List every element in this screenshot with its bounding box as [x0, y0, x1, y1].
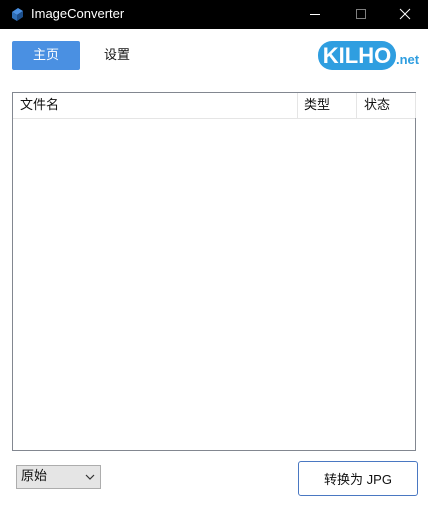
title-bar[interactable]: ImageConverter: [0, 0, 428, 29]
quality-select[interactable]: 原始: [16, 465, 101, 489]
logo-text: KILHO: [323, 43, 391, 68]
tab-settings[interactable]: 设置: [92, 41, 142, 70]
maximize-icon: [356, 9, 366, 19]
app-window: ImageConverter 主页 设置 KILHO .net 文件名 类型 状…: [0, 0, 428, 511]
column-header-filename[interactable]: 文件名: [20, 93, 296, 118]
app-icon: [12, 8, 23, 21]
quality-select-value: 原始: [21, 469, 48, 484]
maximize-button[interactable]: [338, 0, 384, 29]
chevron-down-icon: [85, 474, 95, 480]
convert-button[interactable]: 转换为 JPG: [298, 461, 418, 496]
list-header: 文件名 类型 状态: [13, 93, 416, 119]
close-icon: [399, 8, 411, 20]
kilho-logo: KILHO .net: [318, 41, 420, 70]
tab-home[interactable]: 主页: [12, 41, 80, 70]
close-button[interactable]: [382, 0, 428, 29]
logo-suffix: .net: [396, 52, 420, 67]
file-list[interactable]: 文件名 类型 状态: [12, 92, 416, 451]
window-title: ImageConverter: [31, 6, 125, 21]
minimize-button[interactable]: [292, 0, 338, 29]
minimize-icon: [310, 14, 320, 15]
column-header-status[interactable]: 状态: [356, 93, 416, 118]
column-header-type[interactable]: 类型: [297, 93, 355, 118]
